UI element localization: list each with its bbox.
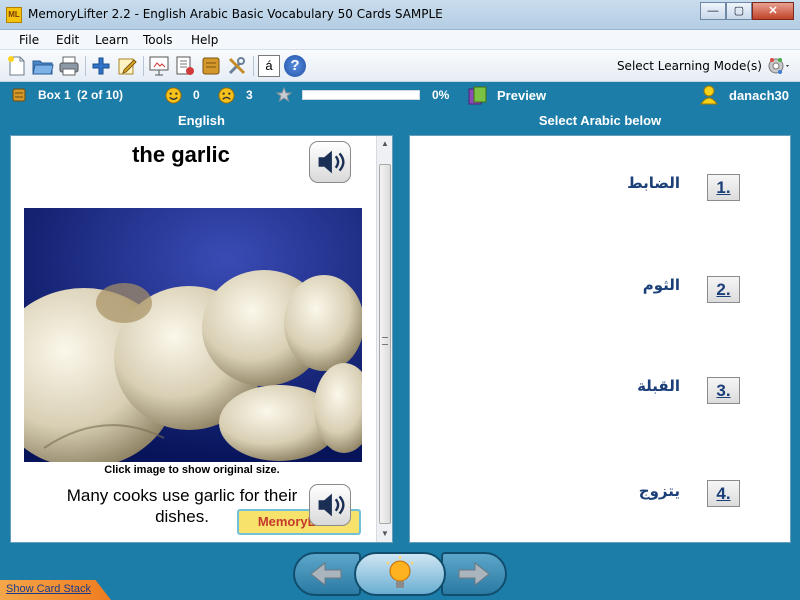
- scroll-thumb[interactable]: [379, 164, 391, 524]
- scroll-down-arrow-icon[interactable]: ▼: [377, 526, 392, 542]
- preview-icon: [468, 86, 487, 105]
- menu-edit[interactable]: Edit: [56, 33, 79, 47]
- window-controls: — ▢ ✕: [700, 2, 794, 20]
- open-folder-icon[interactable]: [32, 55, 54, 77]
- arrow-right-icon: [458, 561, 490, 587]
- toolbar-separator: [143, 56, 144, 76]
- menu-bar: File Edit Learn Tools Help: [0, 30, 800, 50]
- menu-tools[interactable]: Tools: [143, 33, 173, 47]
- minimize-button[interactable]: —: [700, 2, 726, 20]
- edit-icon[interactable]: [116, 55, 138, 77]
- menu-file[interactable]: File: [19, 33, 39, 47]
- user-name: danach30: [729, 88, 789, 103]
- garlic-image[interactable]: [24, 208, 362, 462]
- toolbar-separator: [85, 56, 86, 76]
- gear-icon[interactable]: [766, 56, 792, 76]
- image-caption: Click image to show original size.: [104, 464, 280, 476]
- tools-icon[interactable]: [226, 55, 248, 77]
- scroll-up-arrow-icon[interactable]: ▲: [377, 136, 392, 152]
- preview-button[interactable]: Preview: [497, 88, 546, 103]
- question-scrollbar[interactable]: ▲ ▼: [376, 136, 392, 542]
- help-icon[interactable]: ?: [284, 55, 306, 77]
- box-position: (2 of 10): [77, 88, 124, 102]
- garlic-photo: [24, 208, 362, 462]
- hint-button[interactable]: [354, 552, 446, 596]
- box-status-icon: [12, 88, 26, 102]
- speaker-icon: [318, 493, 345, 517]
- answer-option-1[interactable]: الضابط: [627, 174, 680, 192]
- question-audio-button[interactable]: [309, 141, 351, 183]
- answer-panel: الضابط 1. الثوم 2. القبلة 3. يتزوج 4.: [409, 135, 791, 543]
- answer-button-3[interactable]: 3.: [707, 377, 740, 404]
- arrow-left-icon: [310, 561, 342, 587]
- toolbar: á ? Select Learning Mode(s): [0, 50, 800, 82]
- learning-mode-label[interactable]: Select Learning Mode(s): [617, 59, 762, 73]
- scroll-grip: [382, 337, 388, 345]
- app-icon: ML: [6, 7, 22, 23]
- speaker-icon: [318, 150, 345, 174]
- next-card-button[interactable]: [441, 552, 507, 596]
- answer-instruction-header: Select Arabic below: [538, 113, 662, 128]
- menu-help[interactable]: Help: [191, 33, 218, 47]
- character-icon[interactable]: á: [258, 55, 280, 77]
- smiley-sad-icon: [218, 87, 235, 104]
- answer-button-4[interactable]: 4.: [707, 480, 740, 507]
- answer-button-1[interactable]: 1.: [707, 174, 740, 201]
- progress-percent: 0%: [432, 88, 450, 102]
- slideshow-icon[interactable]: [148, 55, 170, 77]
- user-icon: [700, 85, 718, 105]
- close-button[interactable]: ✕: [752, 2, 794, 20]
- lightbulb-icon: [386, 556, 414, 588]
- answer-option-4[interactable]: يتزوج: [639, 482, 680, 500]
- menu-learn[interactable]: Learn: [95, 33, 129, 47]
- correct-count: 0: [193, 88, 200, 102]
- answer-option-2[interactable]: الثوم: [643, 276, 680, 294]
- progress-bar: [302, 90, 420, 100]
- toolbar-separator: [253, 56, 254, 76]
- example-audio-button[interactable]: [309, 484, 351, 526]
- box-label: Box 1: [38, 88, 71, 102]
- question-word: the garlic: [132, 142, 230, 167]
- window-title: MemoryLifter 2.2 - English Arabic Basic …: [28, 7, 443, 21]
- add-icon[interactable]: [90, 55, 112, 77]
- question-language-header: English: [178, 113, 225, 128]
- new-file-icon[interactable]: [6, 55, 28, 77]
- question-panel: the garlic Click image to show original …: [10, 135, 393, 543]
- title-bar: ML MemoryLifter 2.2 - English Arabic Bas…: [0, 0, 800, 30]
- smiley-happy-icon: [165, 87, 182, 104]
- star-icon: [276, 87, 292, 103]
- card-list-icon[interactable]: [174, 55, 196, 77]
- print-icon[interactable]: [58, 55, 80, 77]
- wrong-count: 3: [246, 88, 253, 102]
- maximize-button[interactable]: ▢: [726, 2, 752, 20]
- box-icon[interactable]: [200, 55, 222, 77]
- answer-button-2[interactable]: 2.: [707, 276, 740, 303]
- previous-card-button[interactable]: [293, 552, 361, 596]
- answer-option-3[interactable]: القبلة: [637, 377, 680, 395]
- show-card-stack-link[interactable]: Show Card Stack: [0, 580, 111, 600]
